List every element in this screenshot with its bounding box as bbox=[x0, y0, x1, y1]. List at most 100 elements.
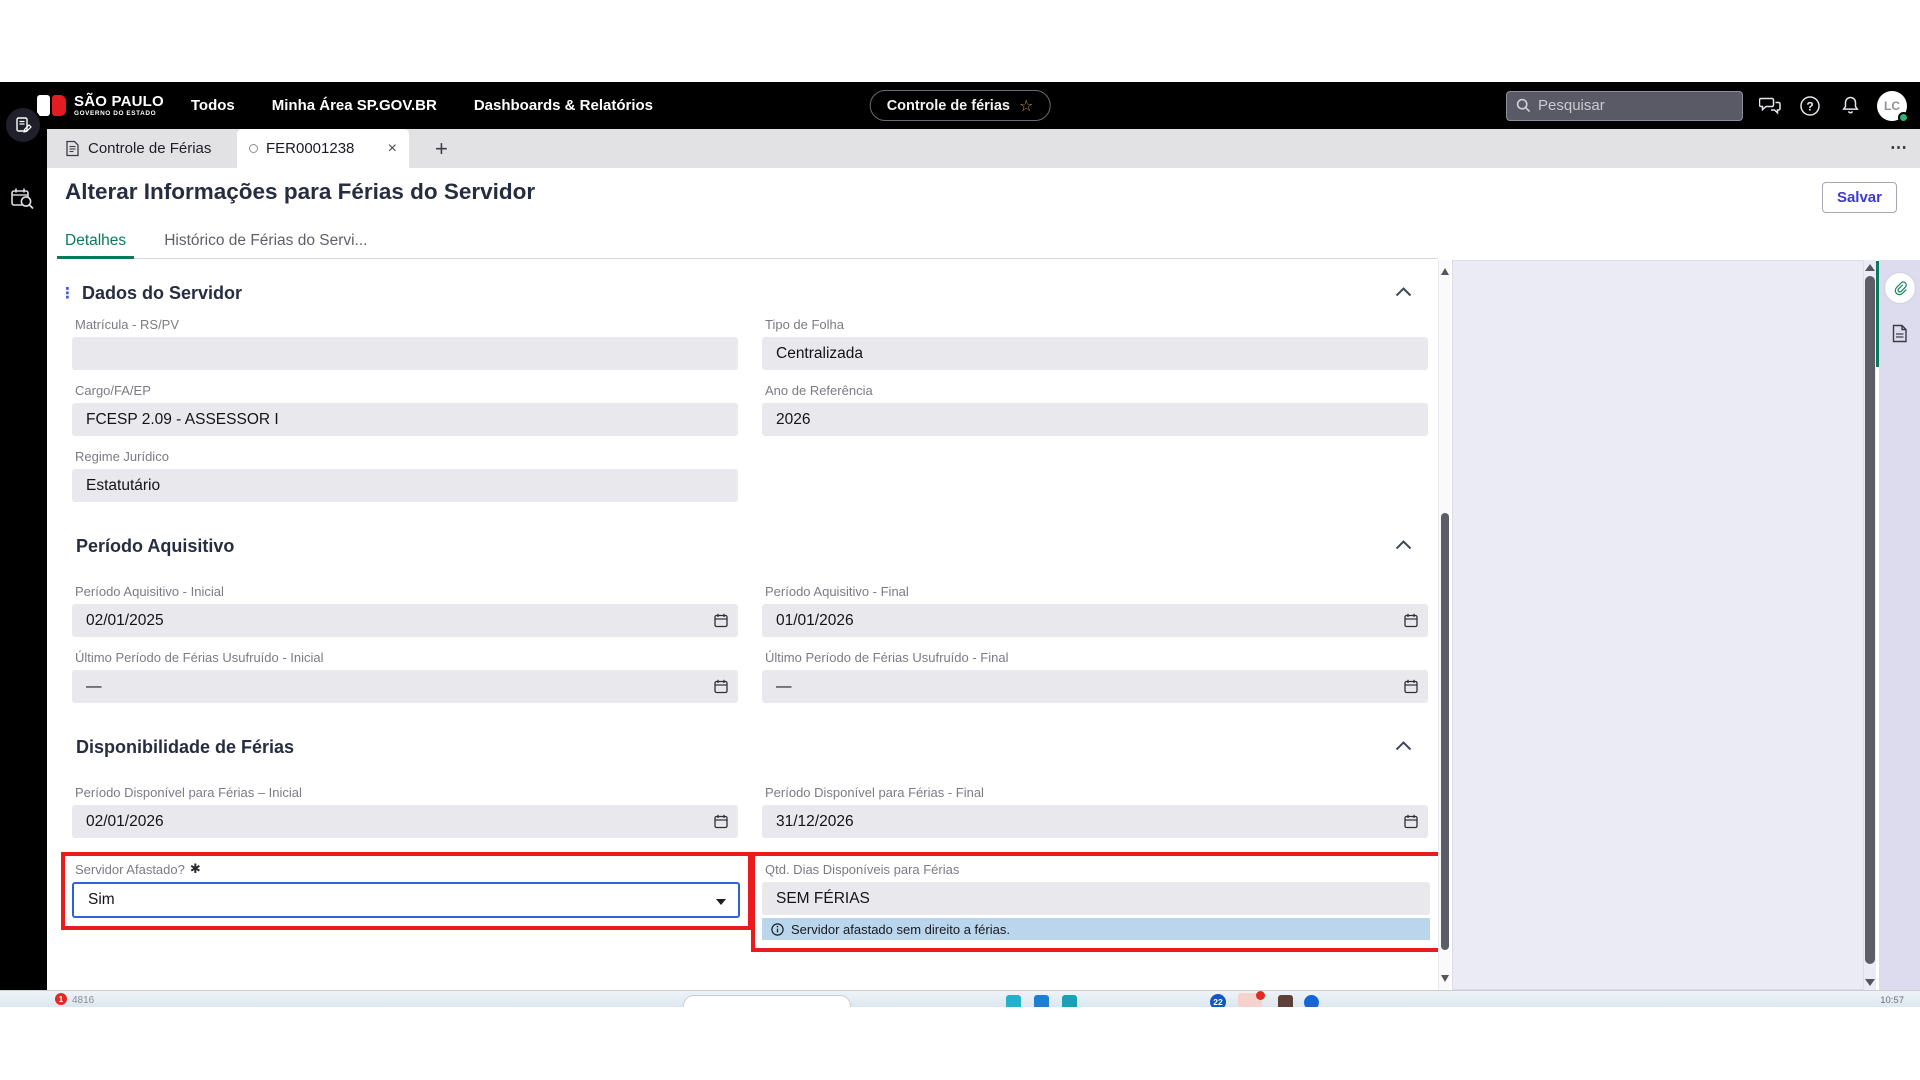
info-message: Servidor afastado sem direito a férias. bbox=[762, 918, 1430, 940]
taskbar-notification-badge: 1 bbox=[55, 993, 67, 1005]
taskbar-search-box[interactable] bbox=[683, 995, 851, 1007]
tab-controle-de-ferias[interactable]: Controle de Férias bbox=[65, 129, 211, 168]
field-label: Tipo de Folha bbox=[765, 317, 1428, 332]
scroll-up-arrow-icon[interactable] bbox=[1441, 268, 1449, 275]
field-periodo-disponivel-inicial[interactable]: 02/01/2026 bbox=[72, 805, 738, 838]
taskbar-app-icon[interactable] bbox=[1034, 995, 1049, 1007]
tab-label: Controle de Férias bbox=[88, 140, 211, 157]
tab-detalhes[interactable]: Detalhes bbox=[65, 226, 126, 258]
presence-status-dot bbox=[1898, 112, 1909, 123]
section-title: Período Aquisitivo bbox=[76, 536, 234, 557]
required-asterisk: ✱ bbox=[190, 862, 201, 877]
field-qtd-dias-disponiveis[interactable]: SEM FÉRIAS bbox=[762, 882, 1430, 915]
field-servidor-afastado-select[interactable]: Sim bbox=[72, 882, 740, 918]
scroll-down-arrow-icon[interactable] bbox=[1865, 979, 1875, 986]
taskbar-active-app-icon[interactable] bbox=[1238, 993, 1262, 1007]
collapse-chevron-icon[interactable] bbox=[1395, 287, 1412, 297]
field-label: Matrícula - RS/PV bbox=[75, 317, 738, 332]
nav-item-minha-area[interactable]: Minha Área SP.GOV.BR bbox=[272, 97, 437, 114]
calendar-icon[interactable] bbox=[714, 814, 728, 829]
record-edit-button[interactable] bbox=[4, 106, 42, 144]
section-title: Disponibilidade de Férias bbox=[76, 737, 294, 758]
field-ultimo-periodo-inicial[interactable]: — bbox=[72, 670, 738, 703]
chat-icon[interactable] bbox=[1757, 93, 1783, 119]
calendar-icon[interactable] bbox=[714, 613, 728, 628]
section-drag-handle[interactable]: ⋮ bbox=[60, 286, 75, 301]
header-right-cluster: ? LC bbox=[1506, 82, 1907, 129]
taskbar-app-icon[interactable] bbox=[1304, 995, 1319, 1007]
annotation-box-servidor-afastado: Servidor Afastado? ✱ Sim bbox=[61, 852, 752, 930]
windows-taskbar: 1 4816 22 10:57 bbox=[0, 990, 1920, 1007]
global-search[interactable] bbox=[1506, 91, 1743, 121]
favorite-pill[interactable]: Controle de férias ☆ bbox=[870, 90, 1051, 121]
field-label: Período Disponível para Férias – Inicial bbox=[75, 785, 738, 800]
calendar-icon[interactable] bbox=[1404, 679, 1418, 694]
side-panel-scrollbar[interactable] bbox=[1864, 260, 1876, 990]
collapse-chevron-icon[interactable] bbox=[1395, 741, 1412, 751]
calendar-icon[interactable] bbox=[1404, 613, 1418, 628]
close-tab-icon[interactable]: × bbox=[388, 141, 397, 157]
taskbar-app-icon[interactable] bbox=[1062, 995, 1077, 1007]
taskbar-badge-22[interactable]: 22 bbox=[1210, 994, 1226, 1007]
alert-badge bbox=[1256, 991, 1265, 1000]
field-label: Regime Jurídico bbox=[75, 449, 738, 464]
sp-logo-icon bbox=[37, 94, 66, 117]
field-tipo-de-folha[interactable]: Centralizada bbox=[762, 337, 1428, 370]
new-tab-button[interactable]: + bbox=[435, 136, 448, 162]
logo-title: SÃO PAULO bbox=[74, 94, 164, 109]
taskbar-app-icon[interactable] bbox=[1278, 995, 1293, 1007]
field-ano-de-referencia[interactable]: 2026 bbox=[762, 403, 1428, 436]
search-icon bbox=[1516, 98, 1531, 113]
field-label: Qtd. Dias Disponíveis para Férias bbox=[765, 862, 1430, 877]
dropdown-caret-icon bbox=[716, 899, 726, 905]
tab-historico-ferias[interactable]: Histórico de Férias do Servi... bbox=[164, 226, 367, 258]
sao-paulo-logo[interactable]: SÃO PAULO GOVERNO DO ESTADO bbox=[37, 94, 164, 117]
field-label: Servidor Afastado? ✱ bbox=[75, 862, 740, 877]
record-tab-label: FER0001238 bbox=[266, 140, 354, 157]
calendar-icon[interactable] bbox=[1404, 814, 1418, 829]
field-label: Cargo/FA/EP bbox=[75, 383, 738, 398]
scrollbar-thumb[interactable] bbox=[1441, 513, 1449, 950]
section-title: Dados do Servidor bbox=[82, 283, 242, 304]
tab-record-fer0001238[interactable]: FER0001238 × bbox=[237, 129, 409, 168]
workspace-tab-strip: Controle de Férias FER0001238 × + ⋯ bbox=[47, 129, 1920, 168]
field-periodo-aquisitivo-final[interactable]: 01/01/2026 bbox=[762, 604, 1428, 637]
nav-item-todos[interactable]: Todos bbox=[191, 97, 235, 114]
nav-item-dashboards[interactable]: Dashboards & Relatórios bbox=[474, 97, 653, 114]
scroll-down-arrow-icon[interactable] bbox=[1441, 975, 1449, 982]
field-periodo-aquisitivo-inicial[interactable]: 02/01/2025 bbox=[72, 604, 738, 637]
document-icon bbox=[65, 140, 80, 157]
help-icon[interactable]: ? bbox=[1797, 93, 1823, 119]
collapse-chevron-icon[interactable] bbox=[1395, 540, 1412, 550]
attachments-side-panel bbox=[1452, 260, 1864, 990]
taskbar-app-icon[interactable] bbox=[1006, 995, 1021, 1007]
scroll-up-arrow-icon[interactable] bbox=[1865, 264, 1875, 271]
form-details-button[interactable] bbox=[1891, 324, 1908, 343]
field-label: Último Período de Férias Usufruído - Ini… bbox=[75, 650, 738, 665]
avatar-initials: LC bbox=[1884, 99, 1900, 113]
user-avatar[interactable]: LC bbox=[1877, 91, 1907, 121]
field-cargo-fa-ep[interactable]: FCESP 2.09 - ASSESSOR I bbox=[72, 403, 738, 436]
record-subtabs: Detalhes Histórico de Férias do Servi... bbox=[57, 226, 1438, 259]
calendar-search-button[interactable] bbox=[10, 187, 36, 211]
field-ultimo-periodo-final[interactable]: — bbox=[762, 670, 1428, 703]
field-regime-juridico[interactable]: Estatutário bbox=[72, 469, 738, 502]
top-nav: Todos Minha Área SP.GOV.BR Dashboards & … bbox=[191, 97, 653, 114]
section-disponibilidade-de-ferias: Disponibilidade de Férias Período Dispon… bbox=[47, 737, 1438, 940]
calendar-icon[interactable] bbox=[714, 679, 728, 694]
attachments-button[interactable] bbox=[1885, 273, 1915, 303]
logo-subtitle: GOVERNO DO ESTADO bbox=[74, 111, 164, 117]
field-periodo-disponivel-final[interactable]: 31/12/2026 bbox=[762, 805, 1428, 838]
favorite-pill-label: Controle de férias bbox=[887, 98, 1010, 114]
left-rail bbox=[0, 129, 47, 990]
right-icon-rail bbox=[1879, 260, 1920, 990]
save-button[interactable]: Salvar bbox=[1822, 182, 1897, 213]
star-icon[interactable]: ☆ bbox=[1019, 98, 1033, 114]
search-input[interactable] bbox=[1538, 97, 1718, 114]
notifications-bell-icon[interactable] bbox=[1837, 93, 1863, 119]
form-scrollbar[interactable] bbox=[1438, 260, 1450, 990]
scrollbar-thumb[interactable] bbox=[1865, 276, 1875, 964]
tab-strip-more-icon[interactable]: ⋯ bbox=[1890, 138, 1908, 158]
field-matricula-rspv[interactable] bbox=[72, 337, 738, 370]
field-label: Período Aquisitivo - Final bbox=[765, 584, 1428, 599]
